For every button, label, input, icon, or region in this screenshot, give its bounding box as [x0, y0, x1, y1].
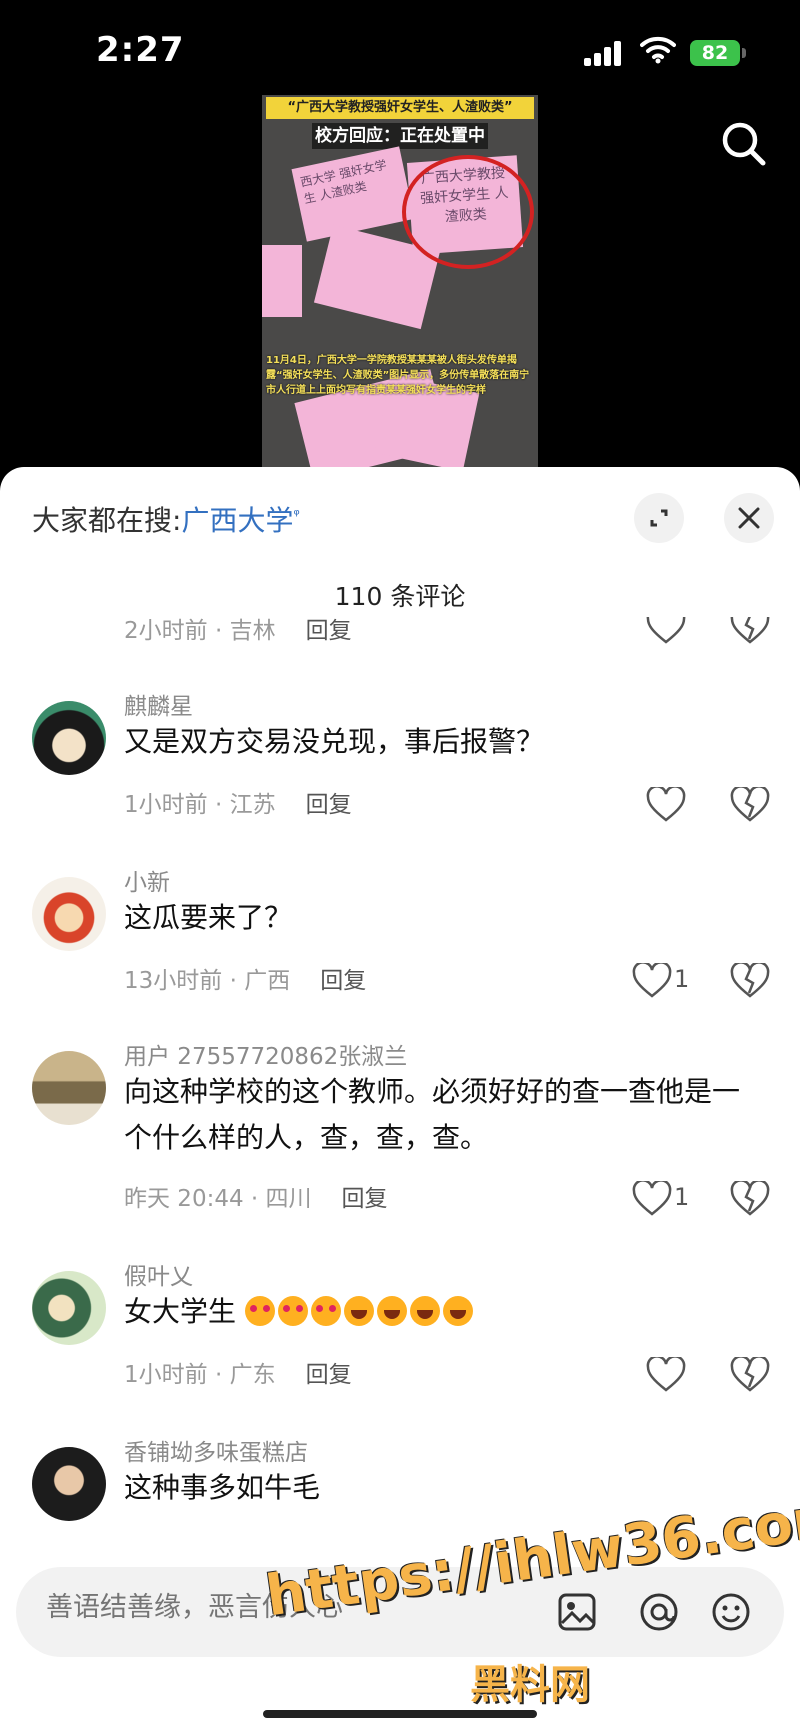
- at-mention-icon[interactable]: [638, 1591, 680, 1633]
- status-bar: 2:27 82: [0, 0, 800, 100]
- video-caption: 11月4日，广西大学一学院教授某某某被人街头发传单揭露“强奸女学生、人渣败类”图…: [266, 355, 530, 396]
- trending-search-term: 广西大学: [181, 504, 294, 537]
- comment-time-location: 13小时前 · 广西: [124, 968, 291, 994]
- comment-time-location: 1小时前 · 江苏: [124, 792, 276, 818]
- reply-button[interactable]: 回复: [306, 792, 352, 818]
- comment-meta: 2小时前 · 吉林 回复: [124, 617, 352, 645]
- comment-username[interactable]: 假叶乂: [124, 1257, 193, 1291]
- comment-text-content: 女大学生: [124, 1295, 237, 1328]
- laughing-emoji-icon: [376, 1296, 407, 1326]
- heart-eyes-emoji-icon: [310, 1296, 341, 1326]
- laughing-emoji-icon: [409, 1296, 440, 1326]
- image-icon[interactable]: [556, 1591, 598, 1633]
- avatar[interactable]: [32, 1447, 106, 1521]
- trending-label: 大家都在搜:: [32, 504, 182, 537]
- comment-time-location: 2小时前 · 吉林: [124, 618, 276, 644]
- expand-button[interactable]: [634, 493, 684, 543]
- cellular-signal-icon: [584, 40, 624, 66]
- broken-heart-icon[interactable]: [730, 1357, 770, 1393]
- home-indicator[interactable]: [263, 1710, 537, 1718]
- wifi-icon: [640, 36, 676, 64]
- close-icon: [738, 507, 760, 529]
- avatar[interactable]: [32, 1051, 106, 1125]
- comment-meta: 1小时前 · 广东 回复: [124, 1355, 352, 1389]
- reply-button[interactable]: 回复: [342, 1186, 388, 1212]
- sheet-header: 大家都在搜:广西大学ᵠ 110 条评论: [0, 467, 800, 611]
- comment-meta: 13小时前 · 广西 回复: [124, 961, 366, 995]
- emoji-icon[interactable]: [710, 1591, 752, 1633]
- comment-username[interactable]: 小新: [124, 863, 170, 897]
- comment-meta: 昨天 20:44 · 四川 回复: [124, 1179, 388, 1213]
- comment-username[interactable]: 用户 27557720862张淑兰: [124, 1037, 407, 1071]
- comment-text: 女大学生: [124, 1289, 764, 1335]
- broken-heart-icon[interactable]: [730, 617, 770, 645]
- battery-indicator: 82: [690, 40, 746, 66]
- comment-username[interactable]: 香铺坳多味蛋糕店: [124, 1433, 308, 1467]
- red-circle-highlight: [402, 155, 534, 269]
- broken-heart-icon[interactable]: [730, 963, 770, 999]
- close-button[interactable]: [724, 493, 774, 543]
- avatar[interactable]: [32, 877, 106, 951]
- expand-icon: [650, 509, 668, 527]
- heart-eyes-emoji-icon: [244, 1296, 275, 1326]
- laughing-emoji-icon: [442, 1296, 473, 1326]
- flyer-left: 西大学 强奸女学生 人渣败类: [291, 146, 415, 242]
- reply-button[interactable]: 回复: [320, 968, 366, 994]
- heart-icon[interactable]: [632, 963, 672, 999]
- trending-search: 大家都在搜:广西大学ᵠ: [32, 499, 300, 539]
- reply-button[interactable]: 回复: [306, 618, 352, 644]
- flyer-side: [262, 245, 302, 317]
- search-small-icon: ᵠ: [293, 505, 300, 524]
- like-count: 1: [674, 1183, 690, 1211]
- search-icon[interactable]: [716, 116, 772, 172]
- like-count: 1: [674, 965, 690, 993]
- comment-list[interactable]: 2小时前 · 吉林 回复 麒麟星 又是双方交易没兑现，事后报警？ 1小时前 · 江…: [0, 617, 800, 1607]
- watermark-label: 黑料网: [470, 1662, 590, 1708]
- broken-heart-icon[interactable]: [730, 787, 770, 823]
- comment-count: 110 条评论: [334, 582, 466, 611]
- reply-button[interactable]: 回复: [306, 1362, 352, 1388]
- video-headline: “广西大学教授强奸女学生、人渣败类”: [266, 97, 534, 119]
- heart-icon[interactable]: [646, 787, 686, 823]
- avatar[interactable]: [32, 701, 106, 775]
- comment-text: 又是双方交易没兑现，事后报警？: [124, 725, 545, 758]
- trending-search-link[interactable]: 广西大学ᵠ: [181, 504, 299, 537]
- comment-meta: 1小时前 · 江苏 回复: [124, 785, 352, 819]
- heart-eyes-emoji-icon: [277, 1296, 308, 1326]
- comment-username[interactable]: 麒麟星: [124, 687, 193, 721]
- status-time: 2:27: [96, 30, 185, 70]
- heart-icon[interactable]: [646, 617, 686, 645]
- avatar[interactable]: [32, 1271, 106, 1345]
- heart-icon[interactable]: [646, 1357, 686, 1393]
- comment-time-location: 昨天 20:44 · 四川: [124, 1186, 312, 1212]
- video-subtitle: 校方回应：正在处置中: [312, 123, 488, 149]
- broken-heart-icon[interactable]: [730, 1181, 770, 1217]
- video-player[interactable]: “广西大学教授强奸女学生、人渣败类” 校方回应：正在处置中 西大学 强奸女学生 …: [262, 95, 538, 467]
- heart-icon[interactable]: [632, 1181, 672, 1217]
- comment-text: 这瓜要来了？: [124, 901, 293, 934]
- laughing-emoji-icon: [343, 1296, 374, 1326]
- comment-text: 向这种学校的这个教师。必须好好的查一查他是一个什么样的人，查，查，查。: [124, 1075, 741, 1154]
- comment-time-location: 1小时前 · 广东: [124, 1362, 276, 1388]
- comment-text: 这种事多如牛毛: [124, 1471, 321, 1504]
